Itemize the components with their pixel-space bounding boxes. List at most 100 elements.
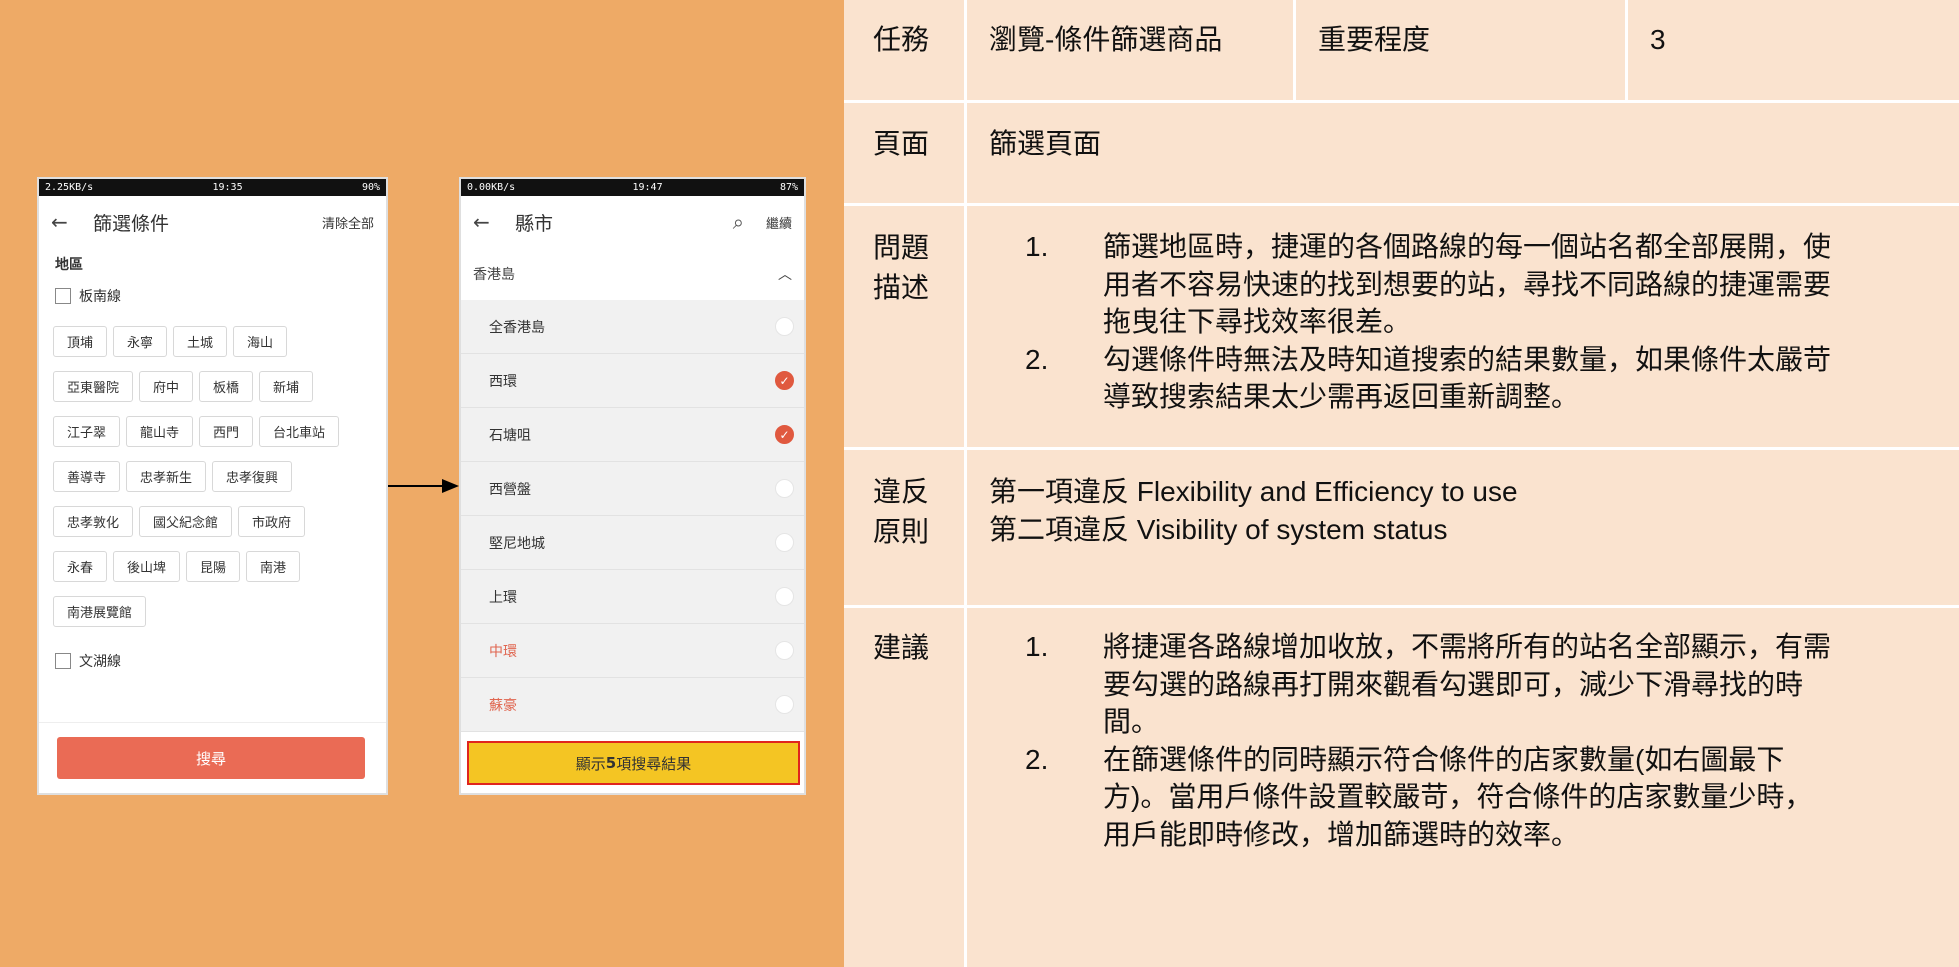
text-line: 在篩選條件的同時顯示符合條件的店家數量(如右圖最下	[1103, 743, 1785, 775]
text-line: 勾選條件時無法及時知道搜索的結果數量，如果條件太嚴苛	[1103, 343, 1832, 375]
list-item[interactable]: 石塘咀 ✓	[461, 408, 804, 462]
district-label: 堅尼地城	[489, 535, 545, 552]
problem-label: 問題 描述	[873, 228, 929, 308]
station-chip[interactable]: 府中	[139, 371, 194, 402]
region-name: 香港島	[473, 267, 515, 283]
list-item[interactable]: 堅尼地城	[461, 516, 804, 570]
page-value: 篩選頁面	[989, 128, 1102, 159]
status-bar: 2.25KB/s 19:35 90%	[39, 179, 386, 196]
list-item[interactable]: 中環	[461, 624, 804, 678]
text-line: 篩選地區時，捷運的各個路線的每一個站名都全部展開，使	[1103, 231, 1832, 262]
text-line: 間。	[1103, 706, 1160, 737]
empty-circle-icon[interactable]	[775, 695, 794, 714]
back-arrow-icon[interactable]: ←	[473, 210, 495, 234]
list-item[interactable]: 蘇豪	[461, 678, 804, 732]
checkbox[interactable]	[55, 288, 71, 304]
check-circle-icon[interactable]: ✓	[775, 371, 794, 390]
station-chip[interactable]: 永春	[53, 551, 108, 582]
chip-row: 忠孝敦化 國父紀念館 市政府	[53, 506, 372, 537]
empty-circle-icon[interactable]	[775, 479, 794, 498]
empty-circle-icon[interactable]	[775, 587, 794, 606]
station-chip[interactable]: 亞東醫院	[53, 371, 134, 402]
page-title: 縣市	[515, 212, 554, 235]
suggestion-label: 建議	[873, 632, 930, 663]
text-line: 方)。當用戶條件設置較嚴苛，符合條件的店家數量少時，	[1103, 781, 1813, 812]
district-label: 西環	[489, 373, 517, 390]
arrow-right-icon	[388, 479, 459, 493]
search-icon[interactable]: ⌕	[733, 210, 744, 234]
list-item[interactable]: 全香港島	[461, 300, 804, 354]
station-chip[interactable]: 新埔	[259, 371, 314, 402]
station-chip[interactable]: 善導寺	[53, 461, 121, 492]
suggestion-item: 1. 將捷運各路線增加收放，不需將所有的站名全部顯示，有需 要勾選的路線再打開來觀看…	[989, 628, 1949, 741]
line-checkbox-row[interactable]: 文湖線	[39, 645, 386, 677]
station-chip[interactable]: 江子翠	[53, 416, 121, 447]
list-item[interactable]: 西環 ✓	[461, 354, 804, 408]
item-text: 勾選條件時無法及時知道搜索的結果數量，如果條件太嚴苛 導致搜索結果太少需再返回重新…	[1103, 341, 1949, 416]
line-checkbox-row[interactable]: 板南線	[39, 280, 386, 312]
chip-row: 亞東醫院 府中 板橋 新埔	[53, 371, 372, 402]
importance-value: 3	[1650, 24, 1666, 55]
empty-circle-icon[interactable]	[775, 533, 794, 552]
violation-label-line: 原則	[873, 516, 930, 547]
station-chip[interactable]: 國父紀念館	[139, 506, 233, 537]
station-chip[interactable]: 西門	[199, 416, 254, 447]
item-text: 在篩選條件的同時顯示符合條件的店家數量(如右圖最下 方)。當用戶條件設置較嚴苛，符…	[1103, 741, 1949, 854]
checkbox[interactable]	[55, 653, 71, 669]
continue-button[interactable]: 繼續	[766, 213, 792, 232]
region-group-header[interactable]: 香港島 ︿	[461, 248, 804, 300]
station-chip[interactable]: 板橋	[199, 371, 254, 402]
station-chip[interactable]: 忠孝敦化	[53, 506, 134, 537]
violation-item: 第一項違反 Flexibility and Efficiency to use	[989, 476, 1518, 507]
back-arrow-icon[interactable]: ←	[51, 210, 73, 234]
station-chip[interactable]: 後山埤	[113, 551, 181, 582]
station-chip[interactable]: 土城	[173, 326, 228, 357]
violation-item: 第二項違反 Visibility of system status	[989, 514, 1448, 545]
column-divider	[1625, 0, 1628, 101]
chip-row: 頂埔 永寧 土城 海山	[53, 326, 372, 357]
suggestion-list: 1. 將捷運各路線增加收放，不需將所有的站名全部顯示，有需 要勾選的路線再打開來觀看…	[989, 628, 1949, 853]
check-circle-icon[interactable]: ✓	[775, 425, 794, 444]
show-results-button[interactable]: 顯示 5 項搜尋結果	[467, 741, 800, 785]
text-line: 用者不容易快速的找到想要的站，尋找不同路線的捷運需要	[1103, 268, 1832, 300]
status-bar: 0.00KB/s 19:47 87%	[461, 179, 804, 196]
empty-circle-icon[interactable]	[775, 317, 794, 336]
station-chip[interactable]: 市政府	[238, 506, 306, 537]
empty-circle-icon[interactable]	[775, 641, 794, 660]
network-speed: 2.25KB/s	[45, 182, 94, 193]
station-chip[interactable]: 忠孝新生	[126, 461, 207, 492]
list-item[interactable]: 西營盤	[461, 462, 804, 516]
station-chip[interactable]: 忠孝復興	[212, 461, 293, 492]
item-number: 1.	[1025, 631, 1049, 662]
item-text: 將捷運各路線增加收放，不需將所有的站名全部顯示，有需 要勾選的路線再打開來觀看勾選…	[1103, 628, 1949, 741]
status-time: 19:35	[212, 182, 243, 193]
station-chip[interactable]: 永寧	[113, 326, 168, 357]
station-chip[interactable]: 台北車站	[259, 416, 340, 447]
divider	[39, 722, 386, 723]
item-text: 篩選地區時，捷運的各個路線的每一個站名都全部展開，使 用者不容易快速的找到想要的站…	[1103, 228, 1949, 341]
station-chip[interactable]: 頂埔	[53, 326, 108, 357]
station-chip[interactable]: 海山	[233, 326, 288, 357]
clear-all-button[interactable]: 清除全部	[322, 213, 374, 232]
item-number: 1.	[1025, 231, 1049, 262]
item-number: 2.	[1025, 743, 1049, 775]
row-divider	[844, 203, 1959, 206]
list-item[interactable]: 上環	[461, 570, 804, 624]
district-label: 中環	[489, 643, 517, 660]
station-chip[interactable]: 南港	[246, 551, 301, 582]
results-text-post: 項搜尋結果	[616, 754, 692, 773]
station-chip[interactable]: 龍山寺	[126, 416, 194, 447]
importance-label: 重要程度	[1318, 24, 1431, 55]
station-chip[interactable]: 昆陽	[186, 551, 241, 582]
station-chip[interactable]: 南港展覽館	[53, 596, 147, 627]
search-button[interactable]: 搜尋	[57, 737, 365, 779]
line-label: 文湖線	[79, 654, 121, 670]
column-divider	[1293, 0, 1296, 101]
filter-phone-screenshot: 2.25KB/s 19:35 90% ← 篩選條件 清除全部 地區 板南線 頂埔…	[37, 177, 388, 795]
task-value: 瀏覽-條件篩選商品	[989, 24, 1223, 55]
text-line: 導致搜索結果太少需再返回重新調整。	[1103, 381, 1580, 412]
problem-item: 1. 篩選地區時，捷運的各個路線的每一個站名都全部展開，使 用者不容易快速的找到想要…	[989, 228, 1949, 341]
problem-label-line: 問題	[873, 232, 930, 263]
suggestion-item: 2. 在篩選條件的同時顯示符合條件的店家數量(如右圖最下 方)。當用戶條件設置較嚴苛…	[989, 741, 1949, 854]
district-label: 西營盤	[489, 481, 531, 498]
